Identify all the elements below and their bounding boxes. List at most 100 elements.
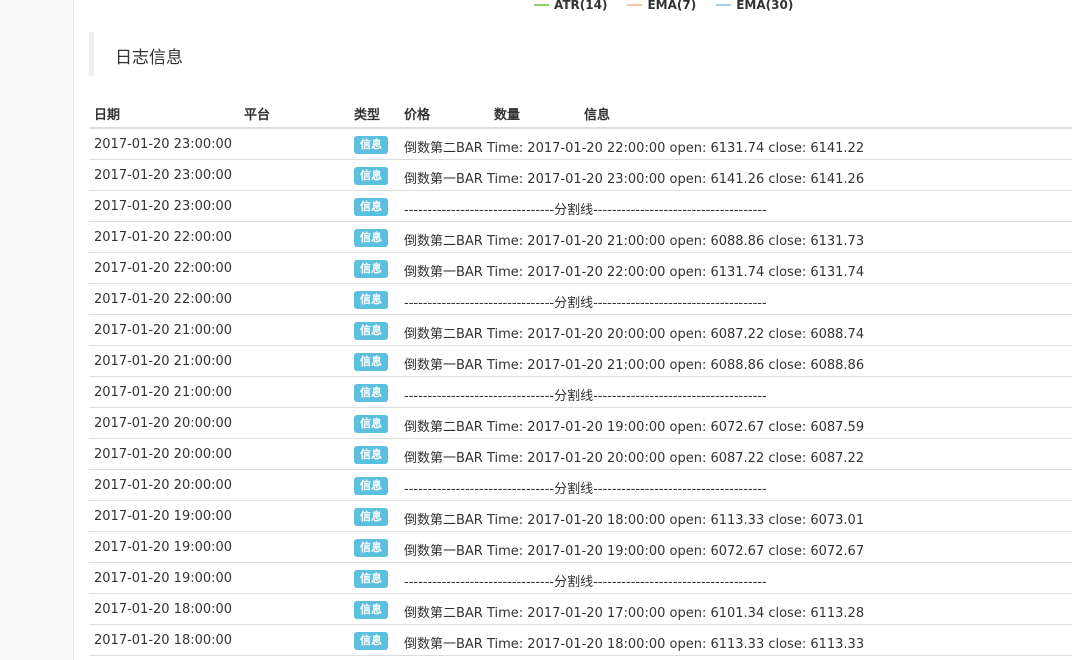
row-date: 2017-01-20 21:00:00 bbox=[94, 385, 233, 400]
row-info: 倒数第一BAR Time: 2017-01-20 22:00:00 open: … bbox=[404, 265, 865, 280]
row-type-cell: 信息 bbox=[354, 291, 388, 309]
header-date[interactable]: 日期 bbox=[94, 104, 120, 123]
row-info: 倒数第二BAR Time: 2017-01-20 20:00:00 open: … bbox=[404, 327, 865, 342]
header-platform[interactable]: 平台 bbox=[244, 104, 270, 123]
info-badge: 信息 bbox=[354, 229, 388, 247]
row-type-cell: 信息 bbox=[354, 539, 388, 557]
row-date: 2017-01-20 19:00:00 bbox=[94, 509, 233, 524]
row-type-cell: 信息 bbox=[354, 601, 388, 619]
table-row: 2017-01-20 21:00:00 信息 -------------------… bbox=[89, 377, 1072, 408]
row-info: --------------------------------分割线-----… bbox=[404, 389, 767, 404]
row-type-cell: 信息 bbox=[354, 570, 388, 588]
row-type-cell: 信息 bbox=[354, 446, 388, 464]
info-badge: 信息 bbox=[354, 136, 388, 154]
info-badge: 信息 bbox=[354, 508, 388, 526]
info-badge: 信息 bbox=[354, 539, 388, 557]
legend-label-atr: ATR(14) bbox=[554, 0, 608, 12]
legend-label-ema30: EMA(30) bbox=[736, 0, 794, 12]
row-type-cell: 信息 bbox=[354, 167, 388, 185]
row-date: 2017-01-20 21:00:00 bbox=[94, 354, 233, 369]
info-badge: 信息 bbox=[354, 260, 388, 278]
row-info: 倒数第一BAR Time: 2017-01-20 21:00:00 open: … bbox=[404, 358, 865, 373]
table-row: 2017-01-20 20:00:00 信息 -------------------… bbox=[89, 470, 1072, 501]
row-type-cell: 信息 bbox=[354, 632, 388, 650]
table-row: 2017-01-20 20:00:00 信息 倒数第一BAR Time: 2017-… bbox=[89, 439, 1072, 470]
table-row: 2017-01-20 23:00:00 信息 倒数第二BAR Time: 2017-… bbox=[89, 129, 1072, 160]
info-badge: 信息 bbox=[354, 477, 388, 495]
row-date: 2017-01-20 18:00:00 bbox=[94, 633, 233, 648]
row-info: --------------------------------分割线-----… bbox=[404, 296, 767, 311]
info-badge: 信息 bbox=[354, 291, 388, 309]
table-row: 2017-01-20 22:00:00 信息 倒数第一BAR Time: 2017-… bbox=[89, 253, 1072, 284]
legend-swatch-ema30 bbox=[716, 4, 732, 6]
legend-item-ema7[interactable]: EMA(7) bbox=[627, 0, 696, 12]
info-badge: 信息 bbox=[354, 384, 388, 402]
row-type-cell: 信息 bbox=[354, 260, 388, 278]
table-row: 2017-01-20 18:00:00 信息 倒数第二BAR Time: 2017-… bbox=[89, 594, 1072, 625]
row-date: 2017-01-20 22:00:00 bbox=[94, 261, 233, 276]
row-type-cell: 信息 bbox=[354, 136, 388, 154]
header-info[interactable]: 信息 bbox=[584, 104, 610, 123]
header-price[interactable]: 价格 bbox=[404, 104, 430, 123]
info-badge: 信息 bbox=[354, 415, 388, 433]
row-type-cell: 信息 bbox=[354, 322, 388, 340]
row-info: 倒数第一BAR Time: 2017-01-20 23:00:00 open: … bbox=[404, 172, 865, 187]
table-row: 2017-01-20 21:00:00 信息 倒数第二BAR Time: 2017-… bbox=[89, 315, 1072, 346]
row-date: 2017-01-20 20:00:00 bbox=[94, 416, 233, 431]
table-row: 2017-01-20 18:00:00 信息 倒数第一BAR Time: 2017-… bbox=[89, 625, 1072, 656]
row-date: 2017-01-20 19:00:00 bbox=[94, 540, 233, 555]
table-body: 2017-01-20 23:00:00 信息 倒数第二BAR Time: 2017-… bbox=[89, 129, 1072, 656]
row-info: --------------------------------分割线-----… bbox=[404, 203, 767, 218]
row-type-cell: 信息 bbox=[354, 384, 388, 402]
log-table: 日期 平台 类型 价格 数量 信息 2017-01-20 23:00:00 信息倒… bbox=[89, 97, 1072, 656]
row-date: 2017-01-20 22:00:00 bbox=[94, 292, 233, 307]
header-type[interactable]: 类型 bbox=[354, 104, 380, 123]
row-type-cell: 信息 bbox=[354, 353, 388, 371]
row-info: 倒数第二BAR Time: 2017-01-20 17:00:00 open: … bbox=[404, 606, 865, 621]
info-badge: 信息 bbox=[354, 167, 388, 185]
row-type-cell: 信息 bbox=[354, 198, 388, 216]
info-badge: 信息 bbox=[354, 601, 388, 619]
legend-item-atr[interactable]: ATR(14) bbox=[534, 0, 607, 12]
table-header: 日期 平台 类型 价格 数量 信息 bbox=[89, 97, 1072, 129]
table-row: 2017-01-20 23:00:00 信息 倒数第一BAR Time: 2017-… bbox=[89, 160, 1072, 191]
row-info: 倒数第一BAR Time: 2017-01-20 18:00:00 open: … bbox=[404, 637, 865, 652]
row-date: 2017-01-20 22:00:00 bbox=[94, 230, 233, 245]
row-info: --------------------------------分割线-----… bbox=[404, 482, 767, 497]
left-sidebar-panel bbox=[0, 0, 74, 660]
row-date: 2017-01-20 18:00:00 bbox=[94, 602, 233, 617]
info-badge: 信息 bbox=[354, 353, 388, 371]
info-badge: 信息 bbox=[354, 198, 388, 216]
section-title: 日志信息 bbox=[115, 48, 183, 68]
info-badge: 信息 bbox=[354, 570, 388, 588]
table-row: 2017-01-20 22:00:00 信息 倒数第二BAR Time: 2017-… bbox=[89, 222, 1072, 253]
chart-legend: ATR(14) EMA(7) EMA(30) bbox=[534, 0, 813, 13]
legend-swatch-ema7 bbox=[627, 4, 643, 6]
row-info: 倒数第二BAR Time: 2017-01-20 21:00:00 open: … bbox=[404, 234, 865, 249]
table-row: 2017-01-20 21:00:00 信息 倒数第一BAR Time: 2017-… bbox=[89, 346, 1072, 377]
table-row: 2017-01-20 23:00:00 信息 -------------------… bbox=[89, 191, 1072, 222]
row-date: 2017-01-20 21:00:00 bbox=[94, 323, 233, 338]
row-info: 倒数第一BAR Time: 2017-01-20 19:00:00 open: … bbox=[404, 544, 865, 559]
row-type-cell: 信息 bbox=[354, 477, 388, 495]
row-info: 倒数第二BAR Time: 2017-01-20 19:00:00 open: … bbox=[404, 420, 865, 435]
row-info: --------------------------------分割线-----… bbox=[404, 575, 767, 590]
legend-item-ema30[interactable]: EMA(30) bbox=[716, 0, 793, 12]
table-row: 2017-01-20 22:00:00 信息 -------------------… bbox=[89, 284, 1072, 315]
row-type-cell: 信息 bbox=[354, 508, 388, 526]
row-date: 2017-01-20 23:00:00 bbox=[94, 199, 233, 214]
row-date: 2017-01-20 23:00:00 bbox=[94, 137, 233, 152]
log-section-header: 日志信息 bbox=[89, 32, 1072, 76]
legend-label-ema7: EMA(7) bbox=[647, 0, 697, 12]
info-badge: 信息 bbox=[354, 322, 388, 340]
row-type-cell: 信息 bbox=[354, 229, 388, 247]
row-date: 2017-01-20 19:00:00 bbox=[94, 571, 233, 586]
row-info: 倒数第二BAR Time: 2017-01-20 18:00:00 open: … bbox=[404, 513, 865, 528]
row-date: 2017-01-20 20:00:00 bbox=[94, 447, 233, 462]
row-info: 倒数第二BAR Time: 2017-01-20 22:00:00 open: … bbox=[404, 141, 865, 156]
header-quantity[interactable]: 数量 bbox=[494, 104, 520, 123]
legend-swatch-atr bbox=[534, 4, 549, 6]
info-badge: 信息 bbox=[354, 446, 388, 464]
table-row: 2017-01-20 20:00:00 信息 倒数第二BAR Time: 2017-… bbox=[89, 408, 1072, 439]
table-row: 2017-01-20 19:00:00 信息 -------------------… bbox=[89, 563, 1072, 594]
